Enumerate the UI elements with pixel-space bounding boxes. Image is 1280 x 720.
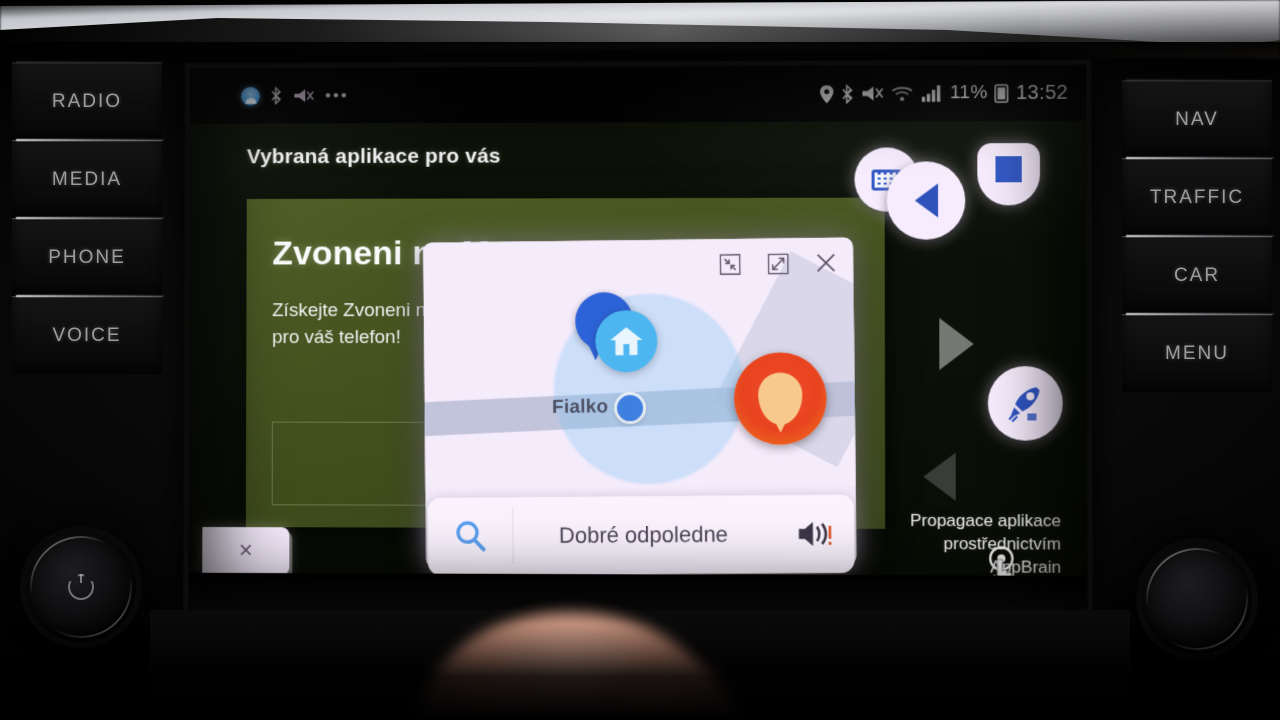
- hardware-button-traffic-label: TRAFFIC: [1149, 186, 1245, 208]
- back-bubble[interactable]: [886, 161, 966, 240]
- expand-icon: [767, 253, 788, 274]
- hardware-button-phone[interactable]: PHONE: [12, 218, 162, 296]
- hardware-button-car-label: CAR: [1173, 264, 1221, 286]
- home-glyph-icon: [610, 327, 643, 356]
- window-controls: [718, 252, 837, 275]
- hardware-button-menu-label: MENU: [1165, 342, 1229, 364]
- hardware-button-phone-label: PHONE: [48, 246, 126, 268]
- left-hardware-button-column: RADIO MEDIA PHONE VOICE: [12, 62, 162, 374]
- system-status-icons: 11% 13:52: [819, 81, 1068, 105]
- appbrain-attribution: Propagace aplikace prostřednictvím AppBr…: [839, 510, 1061, 580]
- volume-mute-icon: [862, 84, 884, 102]
- hardware-button-media-label: MEDIA: [51, 168, 123, 190]
- mute-icon: [294, 88, 314, 104]
- status-bar-clock: 13:52: [1015, 81, 1069, 104]
- shrink-icon: [718, 253, 740, 275]
- maps-floating-window[interactable]: Fialko Dobré odpoledne: [423, 237, 857, 576]
- volume-alert-icon: [798, 517, 832, 551]
- power-icon: [68, 574, 94, 600]
- hardware-button-voice[interactable]: VOICE: [12, 296, 162, 374]
- battery-percent-label: 11%: [949, 82, 988, 104]
- promoted-app-page: Vybraná aplikace pro vás Zvoneni na M Zí…: [188, 120, 1088, 621]
- expand-window-button[interactable]: [767, 252, 789, 274]
- power-volume-knob[interactable]: [26, 532, 136, 642]
- maps-greeting-text: Dobré odpoledne: [558, 521, 729, 548]
- hardware-button-car[interactable]: CAR: [1122, 236, 1272, 314]
- destination-place-pin[interactable]: [733, 352, 828, 446]
- battery-icon: [995, 83, 1009, 102]
- maps-search-bar[interactable]: Dobré odpoledne: [427, 494, 855, 576]
- signal-bars-icon: [921, 85, 941, 102]
- map-viewport[interactable]: Fialko: [423, 237, 856, 490]
- screen-surface: ••• 11% 13:52 Vybraná aplikace pro vás Z…: [188, 64, 1088, 621]
- restore-window-button[interactable]: [718, 253, 740, 275]
- rocket-icon: [1005, 387, 1040, 423]
- android-status-bar: ••• 11% 13:52: [189, 64, 1087, 124]
- hardware-button-voice-label: VOICE: [52, 324, 122, 346]
- close-icon: [815, 251, 837, 275]
- hardware-button-traffic[interactable]: TRAFFIC: [1122, 158, 1272, 236]
- notification-icons: •••: [241, 86, 349, 106]
- bluetooth-icon: [271, 87, 282, 105]
- close-window-button[interactable]: [815, 252, 837, 274]
- hardware-button-radio[interactable]: RADIO: [12, 62, 162, 140]
- voice-alert-button[interactable]: [774, 517, 855, 552]
- tuning-knob[interactable]: [1142, 544, 1252, 654]
- search-button[interactable]: [427, 508, 514, 565]
- account-avatar-icon: [241, 86, 260, 106]
- hardware-button-media[interactable]: MEDIA: [12, 140, 162, 218]
- hardware-button-menu[interactable]: MENU: [1122, 314, 1272, 392]
- mini-close-panel[interactable]: ×: [202, 527, 290, 576]
- right-hardware-button-column: NAV TRAFFIC CAR MENU: [1122, 80, 1272, 392]
- infotainment-screen[interactable]: ••• 11% 13:52 Vybraná aplikace pro vás Z…: [188, 64, 1088, 621]
- media-prev-overlay-icon: [923, 452, 956, 501]
- hardware-button-radio-label: RADIO: [51, 90, 123, 112]
- media-play-overlay-icon: [939, 317, 974, 371]
- map-street-label: Fialko: [552, 396, 609, 418]
- rocket-bubble[interactable]: [987, 366, 1063, 441]
- page-title: Vybraná aplikace pro vás: [246, 144, 501, 169]
- current-location-dot: [616, 394, 644, 422]
- wifi-icon: [891, 85, 913, 101]
- screenshot-root: RADIO MEDIA PHONE VOICE NAV TRAFFIC CAR …: [0, 0, 1280, 720]
- bluetooth-status-icon: [841, 84, 853, 103]
- app-square-icon: [995, 156, 1022, 183]
- hardware-button-nav-label: NAV: [1175, 108, 1219, 130]
- more-dots-icon: •••: [325, 85, 349, 105]
- destination-drop-shape: [757, 372, 803, 425]
- app-shortcut-bubble[interactable]: [977, 143, 1041, 206]
- close-icon: ×: [238, 537, 253, 565]
- search-icon: [456, 522, 486, 552]
- back-arrow-icon: [914, 183, 938, 218]
- hardware-button-nav[interactable]: NAV: [1122, 80, 1272, 158]
- location-icon: [819, 84, 834, 103]
- home-icon[interactable]: [595, 309, 658, 373]
